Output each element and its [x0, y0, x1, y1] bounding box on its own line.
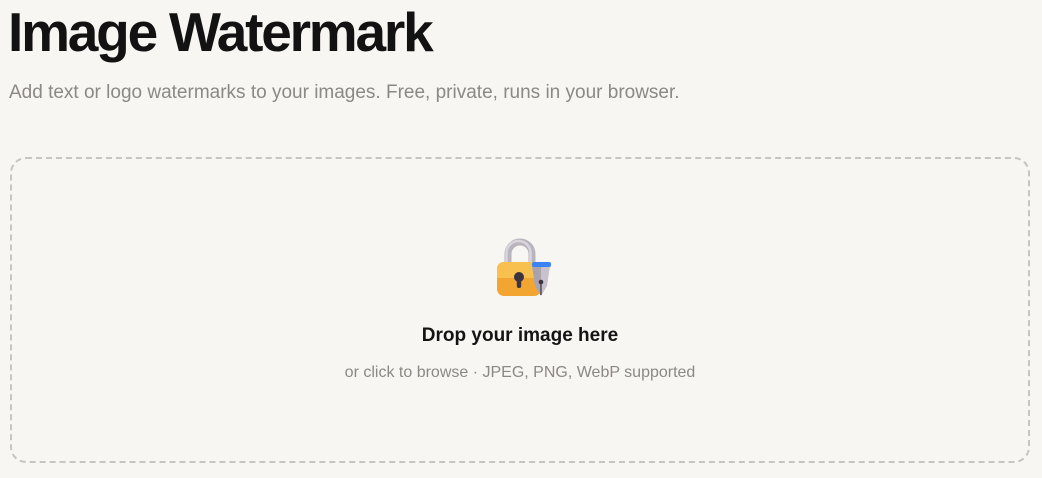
dropzone-hint: or click to browse · JPEG, PNG, WebP sup… [344, 364, 696, 381]
page-title: Image Watermark [8, 1, 434, 63]
page-subtitle: Add text or logo watermarks to your imag… [9, 82, 680, 103]
dropzone-title: Drop your image here [421, 325, 619, 346]
image-dropzone[interactable]: Drop your image here or click to browse … [10, 157, 1030, 463]
locked-with-pen-icon [494, 236, 556, 300]
